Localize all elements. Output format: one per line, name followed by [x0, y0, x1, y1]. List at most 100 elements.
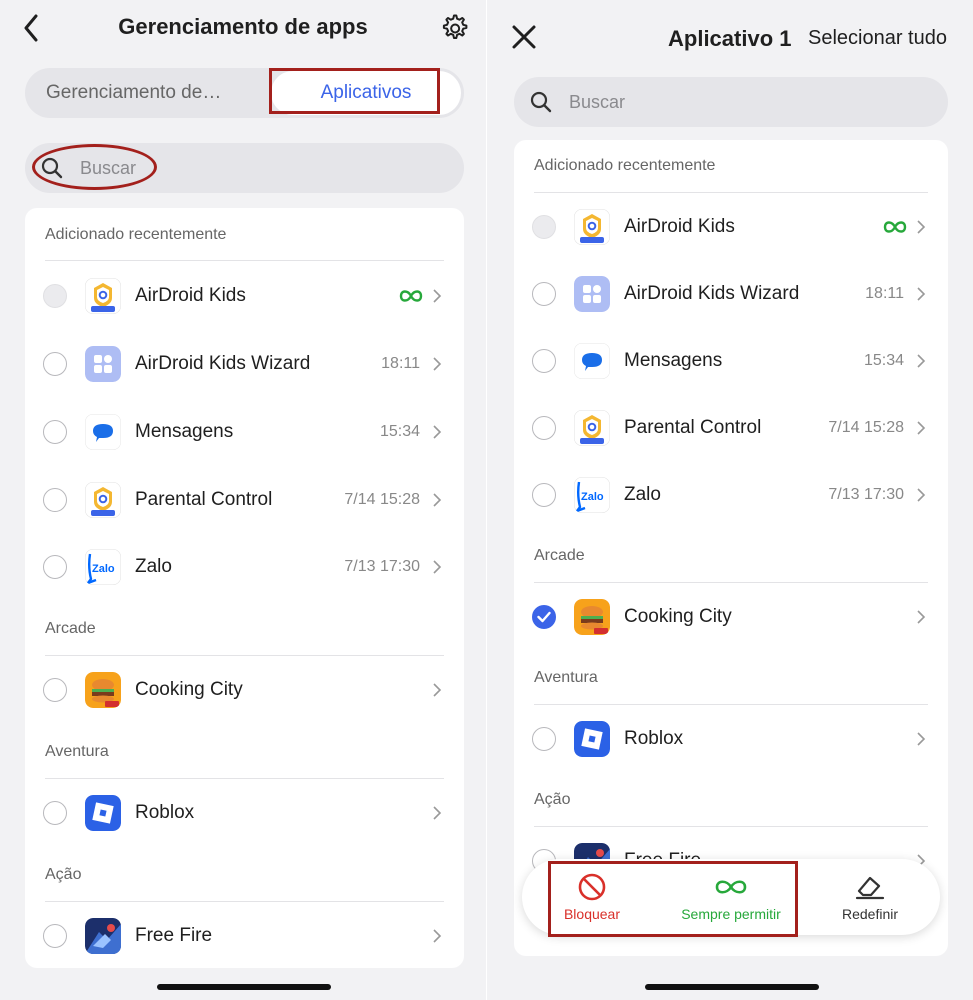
- app-timestamp: 15:34: [863, 352, 904, 369]
- chevron-right-icon: [433, 289, 442, 303]
- right-screen: Aplicativo 1 Selecionar tudo Adicionado …: [487, 0, 973, 1000]
- app-row-airdroid-kids[interactable]: AirDroid Kids: [514, 194, 948, 260]
- divider: [45, 901, 444, 902]
- select-radio[interactable]: [43, 924, 67, 948]
- section-label-arcade: Arcade: [534, 547, 585, 564]
- select-radio[interactable]: [43, 555, 67, 579]
- chevron-right-icon: [433, 357, 442, 371]
- app-name: Free Fire: [135, 925, 213, 946]
- wizard-icon: [574, 276, 610, 312]
- search-input[interactable]: [569, 77, 869, 127]
- chevron-right-icon: [433, 425, 442, 439]
- settings-button[interactable]: [437, 11, 471, 45]
- airdroid-kids-icon: [574, 209, 610, 245]
- cooking-city-icon: [85, 672, 121, 708]
- zalo-icon: Zalo: [574, 477, 610, 513]
- selection-count-title: Aplicativo 1: [668, 26, 792, 51]
- app-name: Cooking City: [135, 679, 243, 700]
- chevron-right-icon: [433, 806, 442, 820]
- close-icon[interactable]: [509, 22, 539, 52]
- tab-device-management[interactable]: Gerenciamento de…: [25, 68, 247, 118]
- select-radio[interactable]: [532, 483, 556, 507]
- section-label-arcade: Arcade: [45, 620, 96, 637]
- section-label-recent: Adicionado recentemente: [534, 157, 716, 174]
- app-timestamp: 7/14 15:28: [344, 491, 420, 508]
- select-radio: [43, 284, 67, 308]
- highlight-ellipse-search: [32, 144, 157, 190]
- wizard-icon: [85, 346, 121, 382]
- search-icon: [530, 91, 552, 113]
- app-list-card: Adicionado recentemente AirDroid Kids Ai…: [25, 208, 464, 968]
- roblox-icon: [85, 795, 121, 831]
- section-label-action: Ação: [45, 866, 82, 883]
- parental-control-icon: [85, 482, 121, 518]
- gear-icon: [442, 14, 468, 39]
- cooking-city-icon: [574, 599, 610, 635]
- divider: [45, 778, 444, 779]
- eraser-icon: [855, 876, 885, 900]
- section-label-adventure: Aventura: [45, 743, 109, 760]
- app-row-airdroid-kids-wizard[interactable]: AirDroid Kids Wizard 18:11: [514, 261, 948, 327]
- app-row-airdroid-kids[interactable]: AirDroid Kids: [25, 263, 464, 329]
- divider: [534, 192, 928, 193]
- page-title: Gerenciamento de apps: [118, 14, 368, 39]
- divider: [534, 582, 928, 583]
- divider: [534, 704, 928, 705]
- app-row-zalo[interactable]: Zalo Zalo 7/13 17:30: [25, 534, 464, 600]
- app-row-mensagens[interactable]: Mensagens 15:34: [514, 328, 948, 394]
- highlight-box-actions: [548, 861, 798, 937]
- app-name: Parental Control: [624, 417, 762, 438]
- section-label-adventure: Aventura: [534, 669, 598, 686]
- app-list-card: Adicionado recentemente AirDroid Kids Ai…: [514, 140, 948, 956]
- svg-text:Zalo: Zalo: [581, 491, 604, 503]
- search-bar[interactable]: [514, 77, 948, 127]
- divider: [534, 826, 928, 827]
- chevron-right-icon: [917, 220, 926, 234]
- chevron-right-icon: [917, 610, 926, 624]
- app-row-cooking-city[interactable]: Cooking City: [25, 657, 464, 723]
- select-radio[interactable]: [43, 420, 67, 444]
- app-name: Zalo: [624, 484, 661, 505]
- select-radio[interactable]: [43, 801, 67, 825]
- select-radio[interactable]: [532, 349, 556, 373]
- app-row-parental-control[interactable]: Parental Control 7/14 15:28: [514, 395, 948, 461]
- section-label-action: Ação: [534, 791, 571, 808]
- select-radio[interactable]: [532, 282, 556, 306]
- app-timestamp: 7/13 17:30: [828, 486, 904, 503]
- divider: [45, 260, 444, 261]
- app-name: AirDroid Kids Wizard: [624, 283, 800, 304]
- reset-button[interactable]: Redefinir: [800, 859, 940, 935]
- select-radio: [532, 215, 556, 239]
- app-row-roblox[interactable]: Roblox: [514, 706, 948, 772]
- app-row-mensagens[interactable]: Mensagens 15:34: [25, 399, 464, 465]
- app-row-airdroid-kids-wizard[interactable]: AirDroid Kids Wizard 18:11: [25, 331, 464, 397]
- select-all-button[interactable]: Selecionar tudo: [808, 27, 947, 50]
- highlight-box-apps-tab: [269, 68, 440, 114]
- app-row-zalo[interactable]: Zalo Zalo 7/13 17:30: [514, 462, 948, 528]
- app-name: Cooking City: [624, 606, 732, 627]
- chevron-right-icon: [917, 732, 926, 746]
- app-row-parental-control[interactable]: Parental Control 7/14 15:28: [25, 467, 464, 533]
- select-radio[interactable]: [43, 488, 67, 512]
- select-radio[interactable]: [43, 678, 67, 702]
- app-name: Parental Control: [135, 489, 273, 510]
- zalo-icon: Zalo: [85, 549, 121, 585]
- select-radio[interactable]: [532, 727, 556, 751]
- select-radio[interactable]: [532, 416, 556, 440]
- check-icon: [537, 611, 551, 623]
- parental-control-icon: [574, 410, 610, 446]
- messages-icon: [574, 343, 610, 379]
- left-screen: Gerenciamento de apps Gerenciamento de… …: [0, 0, 486, 1000]
- app-row-cooking-city[interactable]: Cooking City: [514, 584, 948, 650]
- app-name: Roblox: [624, 728, 684, 749]
- roblox-icon: [574, 721, 610, 757]
- messages-icon: [85, 414, 121, 450]
- select-radio-checked[interactable]: [532, 605, 556, 629]
- select-radio[interactable]: [43, 352, 67, 376]
- infinity-icon: [883, 221, 907, 233]
- app-row-roblox[interactable]: Roblox: [25, 780, 464, 846]
- svg-text:Zalo: Zalo: [92, 563, 115, 575]
- home-indicator: [157, 984, 331, 990]
- app-row-free-fire[interactable]: Free Fire: [25, 903, 464, 968]
- chevron-right-icon: [433, 683, 442, 697]
